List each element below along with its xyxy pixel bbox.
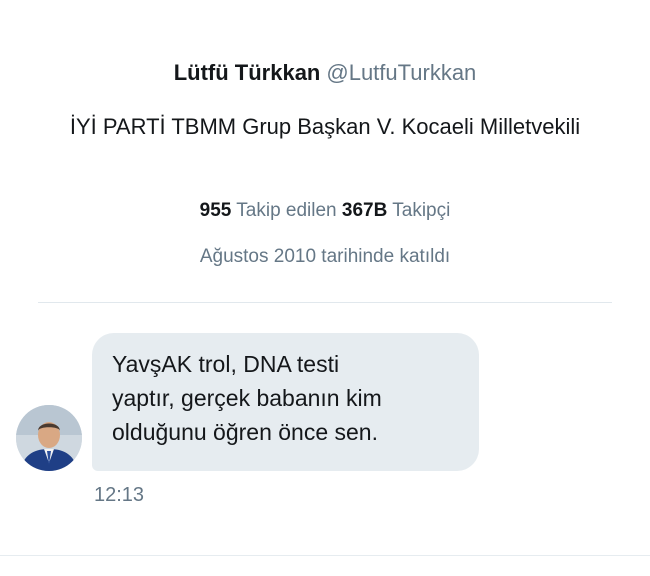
followers-label: Takipçi <box>392 200 451 221</box>
followers-count: 367B <box>341 200 388 221</box>
profile-bio: İYİ PARTİ TBMM Grup Başkan V. Kocaeli Mi… <box>69 114 581 139</box>
follow-counts: 955 Takip edilen 367B Takipçi <box>0 196 650 226</box>
bottom-divider <box>0 555 650 556</box>
followers-link[interactable]: 367B Takipçi <box>342 200 450 221</box>
avatar[interactable] <box>16 405 82 471</box>
following-label: Takip edilen <box>236 200 337 221</box>
display-name[interactable]: Lütfü Türkkan <box>174 60 321 85</box>
divider <box>38 302 612 303</box>
user-handle[interactable]: @LutfuTurkkan <box>326 60 476 85</box>
following-link[interactable]: 955 Takip edilen <box>200 200 342 221</box>
following-count: 955 <box>199 200 232 221</box>
joined-date: Ağustos 2010 tarihinde katıldı <box>199 246 451 267</box>
profile-name-row: Lütfü Türkkan @LutfuTurkkan <box>0 58 650 88</box>
avatar-photo-icon <box>16 405 82 471</box>
message-timestamp: 12:13 <box>94 484 145 506</box>
message-text: YavşAK trol, DNA testi yaptır, gerçek ba… <box>112 351 382 445</box>
message-bubble[interactable]: YavşAK trol, DNA testi yaptır, gerçek ba… <box>92 333 479 471</box>
